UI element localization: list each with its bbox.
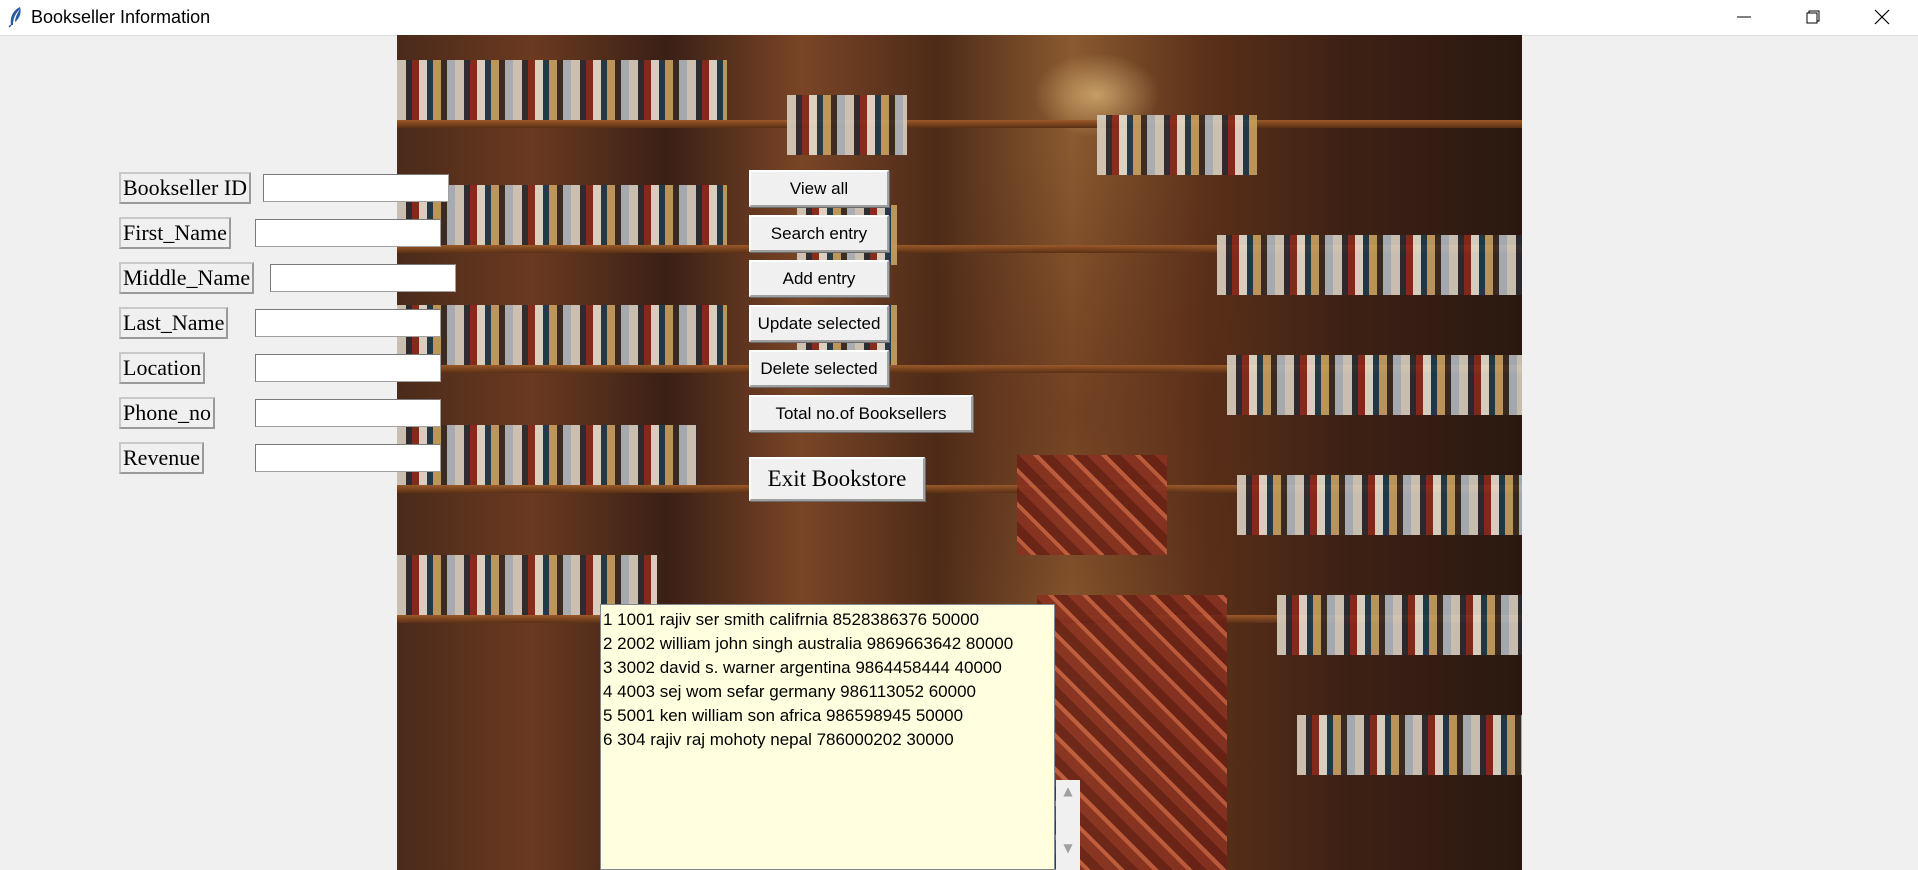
phone-no-label: Phone_no [119,397,215,429]
delete-selected-button[interactable]: Delete selected [749,350,889,387]
bookseller-id-input[interactable] [263,174,449,202]
list-item[interactable]: 6 304 rajiv raj mohoty nepal 786000202 3… [603,728,1052,752]
window-title: Bookseller Information [31,7,211,27]
list-item[interactable]: 5 5001 ken william son africa 986598945 … [603,704,1052,728]
bookseller-id-label: Bookseller ID [119,172,252,204]
minimize-button[interactable] [1710,0,1780,35]
exit-bookstore-button[interactable]: Exit Bookstore [749,457,925,501]
location-input[interactable] [255,354,441,382]
view-all-button[interactable]: View all [749,170,889,207]
scroll-up-icon[interactable]: ▲ [1056,780,1080,802]
results-listbox[interactable]: 1 1001 rajiv ser smith califrnia 8528386… [600,604,1055,870]
scroll-down-icon[interactable]: ▼ [1056,837,1080,859]
total-booksellers-button[interactable]: Total no.of Booksellers [749,395,973,432]
close-icon [1874,9,1890,25]
first-name-label: First_Name [119,217,231,249]
list-item[interactable]: 3 3002 david s. warner argentina 9864458… [603,656,1052,680]
add-entry-button[interactable]: Add entry [749,260,889,297]
middle-name-input[interactable] [270,264,456,292]
last-name-input[interactable] [255,309,441,337]
revenue-label: Revenue [119,442,204,474]
search-entry-button[interactable]: Search entry [749,215,889,252]
feather-icon [6,6,26,28]
middle-name-label: Middle_Name [119,262,255,294]
results-scrollbar[interactable]: ▲ ▼ [1056,780,1080,870]
first-name-input[interactable] [255,219,441,247]
location-label: Location [119,352,206,384]
close-button[interactable] [1848,0,1918,35]
maximize-button[interactable] [1779,0,1849,35]
list-item[interactable]: 2 2002 william john singh australia 9869… [603,632,1052,656]
phone-no-input[interactable] [255,399,441,427]
list-item[interactable]: 1 1001 rajiv ser smith califrnia 8528386… [603,608,1052,632]
last-name-label: Last_Name [119,307,229,339]
update-selected-button[interactable]: Update selected [749,305,889,342]
minimize-icon [1737,16,1751,18]
revenue-input[interactable] [255,444,441,472]
list-item[interactable]: 4 4003 sej wom sefar germany 986113052 6… [603,680,1052,704]
title-bar: Bookseller Information [0,0,1918,36]
restore-icon [1806,10,1820,24]
